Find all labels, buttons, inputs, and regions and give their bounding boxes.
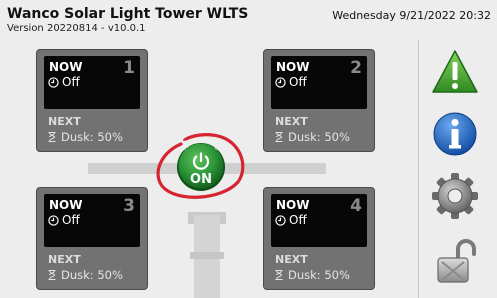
date-time: Wednesday 9/21/2022 20:32 xyxy=(332,9,491,22)
clock-icon xyxy=(48,76,59,88)
next-schedule-text: Dusk: 50% xyxy=(288,130,350,144)
now-label: NOW xyxy=(49,60,83,74)
next-label: NEXT xyxy=(48,115,81,128)
light-state: Off xyxy=(48,75,80,89)
all-lights-on-text: ON xyxy=(190,172,212,187)
next-schedule: Dusk: 50% xyxy=(48,268,123,282)
next-schedule: Dusk: 50% xyxy=(275,130,350,144)
now-label: NOW xyxy=(276,60,310,74)
clock-icon xyxy=(48,214,59,226)
next-label: NEXT xyxy=(275,115,308,128)
clock-icon xyxy=(275,76,286,88)
all-lights-on-button[interactable]: ALL LIGHTS ON xyxy=(150,128,248,200)
light-1-tile[interactable]: NOW 1 Off NEXT Dusk: 50% xyxy=(36,49,148,152)
light-state: Off xyxy=(275,75,307,89)
header: Wanco Solar Light Tower WLTS Version 202… xyxy=(0,0,497,40)
light-state-text: Off xyxy=(289,75,307,89)
next-label: NEXT xyxy=(48,253,81,266)
light-4-tile[interactable]: NOW 4 Off NEXT Dusk: 50% xyxy=(263,187,375,290)
next-schedule-text: Dusk: 50% xyxy=(288,268,350,282)
light-number: 4 xyxy=(350,196,362,216)
gear-icon xyxy=(432,173,478,219)
light-state-text: Off xyxy=(62,213,80,227)
light-state-text: Off xyxy=(62,75,80,89)
next-schedule: Dusk: 50% xyxy=(48,130,123,144)
light-3-tile[interactable]: NOW 3 Off NEXT Dusk: 50% xyxy=(36,187,148,290)
now-label: NOW xyxy=(276,198,310,212)
info-button[interactable] xyxy=(430,110,480,158)
warning-icon xyxy=(432,50,478,93)
light-2-status-screen: NOW 2 Off xyxy=(271,56,367,109)
app-title: Wanco Solar Light Tower WLTS xyxy=(7,6,249,22)
light-3-status-screen: NOW 3 Off xyxy=(44,194,140,247)
light-state-text: Off xyxy=(289,213,307,227)
light-state: Off xyxy=(275,213,307,227)
tower-mast-band xyxy=(190,252,224,259)
light-1-status-screen: NOW 1 Off xyxy=(44,56,140,109)
unlocked-padlock-icon xyxy=(437,239,476,283)
hourglass-icon xyxy=(275,132,283,142)
version-text: Version 20220814 - v10.0.1 xyxy=(7,23,146,34)
light-number: 2 xyxy=(350,58,362,78)
sidebar-divider xyxy=(418,40,419,298)
hourglass-icon xyxy=(275,270,283,280)
info-icon xyxy=(433,112,477,156)
next-schedule-text: Dusk: 50% xyxy=(61,130,123,144)
light-number: 3 xyxy=(123,196,135,216)
light-state: Off xyxy=(48,213,80,227)
light-number: 1 xyxy=(123,58,135,78)
light-2-tile[interactable]: NOW 2 Off NEXT Dusk: 50% xyxy=(263,49,375,152)
now-label: NOW xyxy=(49,198,83,212)
warning-button[interactable] xyxy=(430,48,480,96)
next-schedule-text: Dusk: 50% xyxy=(61,268,123,282)
lock-button[interactable] xyxy=(430,238,480,286)
next-label: NEXT xyxy=(275,253,308,266)
hourglass-icon xyxy=(48,132,56,142)
next-schedule: Dusk: 50% xyxy=(275,268,350,282)
settings-button[interactable] xyxy=(430,172,480,220)
hourglass-icon xyxy=(48,270,56,280)
clock-icon xyxy=(275,214,286,226)
light-4-status-screen: NOW 4 Off xyxy=(271,194,367,247)
